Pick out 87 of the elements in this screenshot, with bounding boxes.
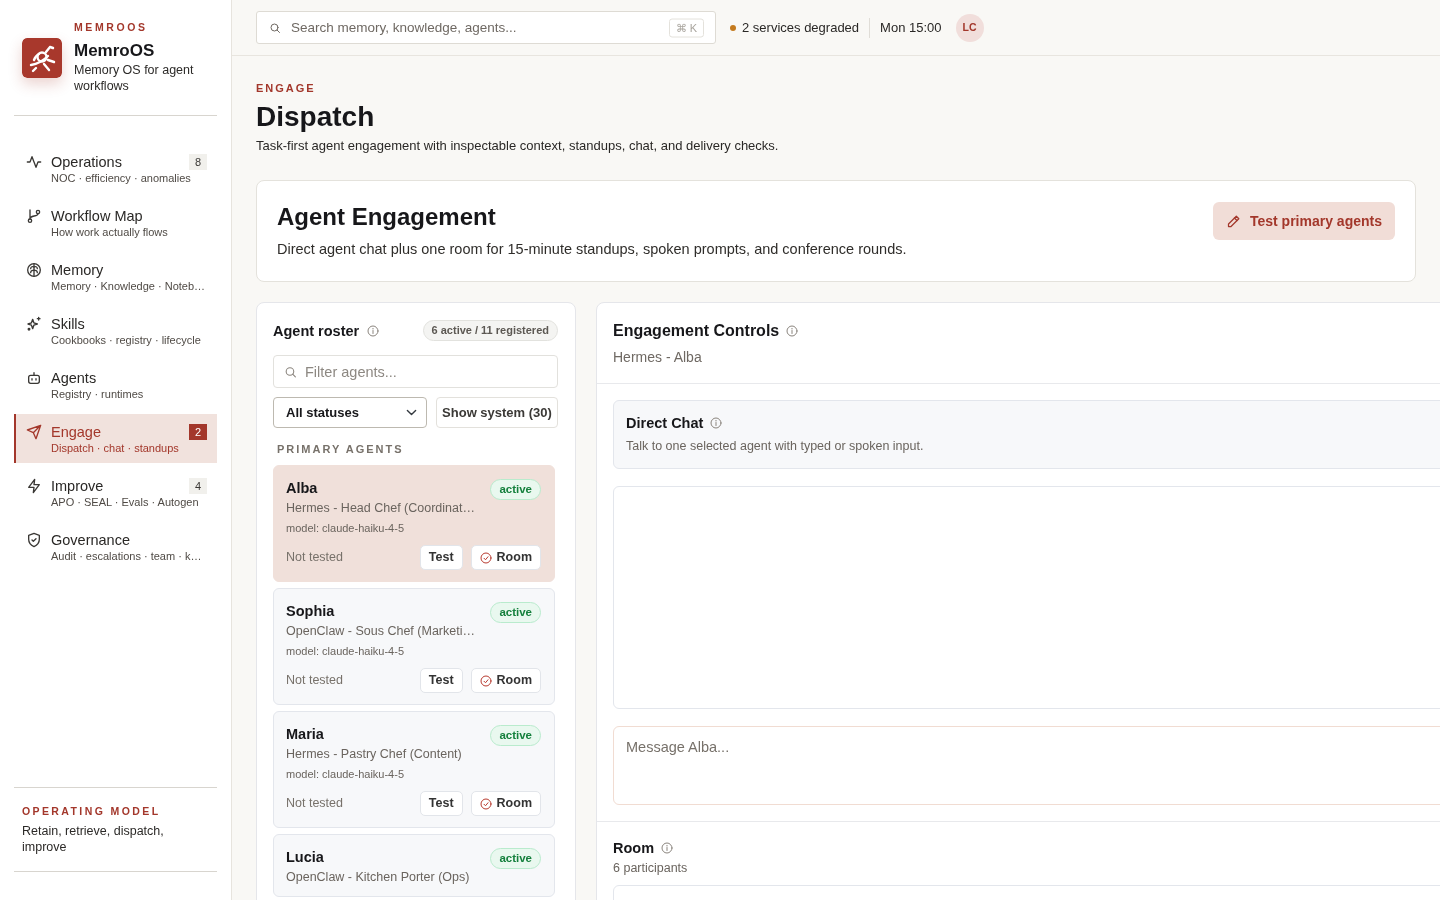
room-title: Room — [613, 839, 655, 858]
agent-name: Maria — [286, 725, 324, 744]
operating-model-text: Retain, retrieve, dispatch, improve — [22, 823, 165, 855]
branch-icon — [26, 208, 42, 224]
status-badge: active — [490, 479, 541, 500]
agent-card[interactable]: Alba active Hermes - Head Chef (Coordinat… model: claude-haiku-4-5 Not tested Test Room — [273, 465, 555, 582]
count-badge: 4 — [189, 478, 207, 494]
page-description: Task-first agent engagement with inspectable context, standups, chat, and delivery checks. — [256, 137, 779, 155]
brain-icon — [26, 262, 42, 278]
section-label: PRIMARY AGENTS — [276, 442, 405, 456]
nav-item[interactable]: Workflow Map How work actually flows — [14, 198, 217, 247]
section-heading: OPERATING MODEL — [22, 804, 162, 818]
pulse-icon — [26, 154, 42, 170]
search-icon — [269, 21, 281, 34]
nav-item[interactable]: Memory Memory · Knowledge · Noteb… — [14, 252, 217, 301]
nav-item[interactable]: Improve APO · SEAL · Evals · Autogen 4 — [14, 468, 217, 517]
agent-card[interactable]: Maria active Hermes - Pastry Chef (Content) model: claude-haiku-4-5 Not tested Test Room — [273, 711, 555, 828]
lightning-icon — [26, 478, 42, 494]
agent-name: Sophia — [286, 602, 335, 621]
agent-count-badge: 6 active / 11 registered — [422, 320, 558, 341]
nav-item[interactable]: Skills Cookbooks · registry · lifecycle — [14, 306, 217, 355]
page-title: Dispatch — [256, 100, 375, 134]
card-description: Direct agent chat plus one room for 15-minute standups, spoken prompts, and conference rounds. — [277, 240, 907, 259]
test-primary-agents-button[interactable]: Test primary agents — [1213, 202, 1395, 240]
agent-name: Lucia — [286, 848, 324, 867]
room-button[interactable]: Room — [470, 791, 541, 816]
section-eyebrow: ENGAGE — [256, 81, 316, 95]
check-circle-icon — [479, 674, 492, 687]
participant-count: 6 participants — [613, 860, 689, 877]
room-button[interactable]: Room — [470, 545, 541, 570]
date-time: Mon 15:00 — [880, 18, 942, 37]
info-icon — [786, 325, 799, 337]
direct-chat-description: Talk to one selected agent with typed or spoken input. — [626, 438, 925, 455]
agent-card[interactable]: Sophia active OpenClaw - Sous Chef (Marketi… model: claude-haiku-4-5 Not tested Test Room — [273, 588, 555, 705]
service-status: 2 services degraded — [742, 18, 860, 37]
room-button[interactable]: Room — [470, 668, 541, 693]
app-tagline: Memory OS for agent workflows — [74, 62, 195, 94]
status-badge: active — [490, 848, 541, 869]
selected-agent-label: Hermes - Alba — [613, 348, 703, 367]
info-icon — [661, 842, 674, 854]
user-avatar[interactable]: LC — [955, 13, 984, 42]
count-badge: 2 — [189, 424, 207, 440]
nav-item[interactable]: Agents Registry · runtimes — [14, 360, 217, 409]
agent-role: Hermes - Pastry Chef (Content) — [286, 746, 463, 762]
brand-label: MEMROOS — [74, 20, 149, 34]
logo-icon — [22, 38, 62, 78]
direct-chat-title: Direct Chat — [626, 414, 704, 433]
check-circle-icon — [479, 551, 492, 564]
panel-title: Engagement Controls — [613, 321, 780, 341]
test-status: Not tested — [286, 795, 343, 813]
info-icon — [367, 324, 380, 337]
nav-item[interactable]: Engage Dispatch · chat · standups 2 — [14, 414, 217, 463]
paper-plane-icon — [26, 424, 42, 440]
agent-role: Hermes - Head Chef (Coordinat… — [286, 500, 476, 516]
count-badge: 8 — [189, 154, 207, 170]
agent-card[interactable]: Lucia active OpenClaw - Kitchen Porter (Ops) — [273, 834, 555, 897]
pencil-icon — [1226, 213, 1241, 229]
agent-model: model: claude-haiku-4-5 — [286, 644, 405, 658]
message-field[interactable]: Message Alba... — [613, 726, 1440, 805]
check-circle-icon — [479, 797, 492, 810]
card-title: Agent Engagement — [277, 202, 497, 232]
nav-item[interactable]: Governance Audit · escalations · team · k… — [14, 522, 217, 571]
agent-role: OpenClaw - Kitchen Porter (Ops) — [286, 869, 471, 885]
shortcut-hint: ⌘ K — [668, 18, 704, 37]
agent-role: OpenClaw - Sous Chef (Marketi… — [286, 623, 476, 639]
sparkles-icon — [26, 316, 42, 332]
agent-model: model: claude-haiku-4-5 — [286, 521, 405, 535]
test-status: Not tested — [286, 549, 343, 567]
status-select[interactable]: All statuses — [273, 397, 427, 428]
panel-title: Agent roster — [273, 321, 360, 341]
status-dot-icon — [730, 24, 736, 31]
status-badge: active — [490, 602, 541, 623]
shield-check-icon — [26, 532, 42, 548]
nav-item[interactable]: Operations NOC · efficiency · anomalies 8 — [14, 144, 217, 193]
agent-name: Alba — [286, 479, 318, 498]
robot-icon — [26, 370, 42, 386]
filter-field[interactable]: Filter agents... — [273, 355, 558, 388]
test-status: Not tested — [286, 672, 343, 690]
status-badge: active — [490, 725, 541, 746]
test-button[interactable]: Test — [419, 668, 463, 693]
search-icon — [284, 365, 297, 378]
show-system-button[interactable]: Show system (30) — [436, 397, 558, 428]
app-name: MemroOS — [74, 40, 156, 62]
agent-model: model: claude-haiku-4-5 — [286, 767, 405, 781]
test-button[interactable]: Test — [419, 791, 463, 816]
test-button[interactable]: Test — [419, 545, 463, 570]
info-icon — [710, 417, 723, 429]
